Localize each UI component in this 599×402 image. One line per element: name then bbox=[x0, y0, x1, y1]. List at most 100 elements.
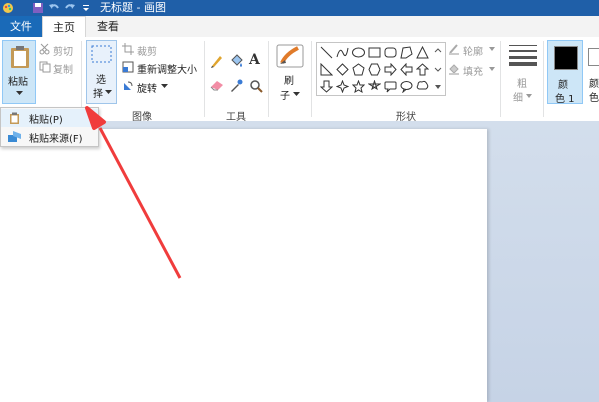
triangle-shape-icon[interactable] bbox=[416, 46, 429, 59]
canvas-workspace bbox=[0, 121, 599, 402]
divider bbox=[543, 41, 544, 117]
fill-icon bbox=[449, 64, 459, 75]
color-1-label-top: 颜 bbox=[558, 80, 568, 91]
size-button[interactable]: 粗 细 bbox=[505, 41, 541, 105]
oval-shape-icon[interactable] bbox=[352, 46, 365, 59]
resize-label: 重新调整大小 bbox=[137, 65, 197, 76]
divider bbox=[268, 41, 269, 117]
cut-label: 剪切 bbox=[53, 47, 73, 58]
undo-icon[interactable] bbox=[48, 2, 60, 14]
color-2-label-bottom: 色 2 bbox=[589, 93, 599, 104]
drawing-canvas[interactable] bbox=[0, 129, 487, 402]
color-2-button[interactable]: 颜 色 2 bbox=[585, 40, 599, 104]
tab-home[interactable]: 主页 bbox=[42, 16, 86, 37]
divider bbox=[81, 41, 82, 117]
tab-view[interactable]: 查看 bbox=[86, 16, 130, 37]
brushes-label-bottom: 子 bbox=[280, 91, 290, 102]
color-2-swatch bbox=[588, 48, 599, 66]
pentagon-shape-icon[interactable] bbox=[352, 63, 365, 76]
magnifier-icon[interactable] bbox=[249, 79, 263, 93]
save-icon[interactable] bbox=[32, 2, 44, 14]
paste-from-file-icon bbox=[8, 131, 21, 142]
rotate-label: 旋转 bbox=[137, 84, 157, 95]
five-point-star-shape-icon[interactable] bbox=[352, 80, 365, 93]
brushes-button[interactable]: 刷 子 bbox=[272, 40, 308, 104]
curve-shape-icon[interactable] bbox=[336, 46, 349, 59]
customize-toolbar-icon[interactable] bbox=[80, 2, 92, 14]
select-button[interactable]: 选 择 bbox=[86, 40, 117, 104]
gallery-scrollbar[interactable] bbox=[434, 47, 442, 91]
paste-dropdown-menu: 粘贴(P) 粘贴来源(F) bbox=[0, 107, 99, 147]
divider bbox=[500, 41, 501, 117]
down-arrow-shape-icon[interactable] bbox=[320, 80, 333, 93]
line-width-icon bbox=[509, 45, 537, 66]
brushes-label-top: 刷 bbox=[284, 76, 294, 87]
tab-file[interactable]: 文件 bbox=[0, 16, 42, 37]
fill-bucket-icon[interactable] bbox=[229, 54, 243, 68]
color-1-swatch bbox=[554, 46, 578, 70]
diamond-shape-icon[interactable] bbox=[336, 63, 349, 76]
rotate-icon bbox=[124, 81, 133, 90]
scissors-icon bbox=[39, 43, 50, 55]
chevron-down-icon bbox=[161, 84, 168, 88]
fill-label: 填充 bbox=[463, 67, 483, 78]
outline-icon bbox=[449, 44, 459, 55]
chevron-down-icon bbox=[489, 67, 495, 71]
oval-callout-shape-icon[interactable] bbox=[400, 80, 413, 93]
six-point-star-shape-icon[interactable] bbox=[368, 80, 381, 93]
chevron-down-icon bbox=[105, 90, 112, 94]
menu-item-paste[interactable]: 粘贴(P) bbox=[1, 109, 98, 127]
left-arrow-shape-icon[interactable] bbox=[400, 63, 413, 76]
resize-button[interactable]: 重新调整大小 bbox=[122, 61, 202, 76]
fill-button[interactable]: 填充 bbox=[448, 63, 496, 78]
select-label-top: 选 bbox=[96, 75, 106, 86]
color-1-button[interactable]: 颜 色 1 bbox=[547, 40, 583, 105]
right-arrow-shape-icon[interactable] bbox=[384, 63, 397, 76]
crop-icon bbox=[122, 43, 134, 55]
polygon-shape-icon[interactable] bbox=[400, 46, 413, 59]
color-picker-icon[interactable] bbox=[229, 79, 243, 93]
copy-icon bbox=[39, 61, 51, 73]
copy-button[interactable]: 复制 bbox=[39, 61, 79, 76]
text-tool-icon[interactable]: A bbox=[249, 52, 260, 68]
size-label-bottom: 细 bbox=[513, 93, 523, 104]
chevron-down-icon bbox=[293, 92, 300, 96]
chevron-down-icon bbox=[489, 47, 495, 51]
line-shape-icon[interactable] bbox=[320, 46, 333, 59]
crop-label: 裁剪 bbox=[137, 47, 157, 58]
cut-button[interactable]: 剪切 bbox=[39, 43, 79, 58]
size-label-top: 粗 bbox=[517, 79, 527, 90]
color-2-label-top: 颜 bbox=[589, 79, 599, 90]
color-1-label-bottom: 色 1 bbox=[555, 94, 575, 105]
divider bbox=[311, 41, 312, 117]
menu-item-paste-label: 粘贴(P) bbox=[29, 115, 63, 126]
copy-label: 复制 bbox=[53, 65, 73, 76]
hexagon-shape-icon[interactable] bbox=[368, 63, 381, 76]
brush-icon bbox=[276, 44, 304, 68]
paste-button[interactable]: 粘贴 bbox=[2, 40, 36, 104]
right-triangle-shape-icon[interactable] bbox=[320, 63, 333, 76]
crop-button[interactable]: 裁剪 bbox=[122, 43, 182, 58]
pencil-icon[interactable] bbox=[210, 54, 224, 68]
window-title: 无标题 - 画图 bbox=[100, 1, 166, 14]
paint-app-icon bbox=[3, 3, 13, 13]
eraser-icon[interactable] bbox=[210, 79, 224, 91]
clipboard-icon bbox=[11, 46, 29, 68]
redo-icon[interactable] bbox=[64, 2, 76, 14]
menu-item-paste-from[interactable]: 粘贴来源(F) bbox=[1, 128, 98, 146]
up-arrow-shape-icon[interactable] bbox=[416, 63, 429, 76]
cloud-callout-shape-icon[interactable] bbox=[416, 80, 429, 93]
rectangle-shape-icon[interactable] bbox=[368, 46, 381, 59]
title-bar: 无标题 - 画图 bbox=[0, 0, 599, 16]
rotate-button[interactable]: 旋转 bbox=[122, 80, 170, 95]
select-label-bottom: 择 bbox=[93, 89, 103, 100]
menu-item-paste-from-label: 粘贴来源(F) bbox=[29, 134, 83, 145]
rounded-rectangle-shape-icon[interactable] bbox=[384, 46, 397, 59]
chevron-down-icon bbox=[526, 94, 532, 98]
outline-button[interactable]: 轮廓 bbox=[448, 43, 496, 58]
rounded-callout-shape-icon[interactable] bbox=[384, 80, 397, 93]
selection-rectangle-icon bbox=[91, 45, 112, 63]
shapes-gallery[interactable] bbox=[316, 42, 446, 96]
resize-icon bbox=[122, 61, 134, 73]
four-point-star-shape-icon[interactable] bbox=[336, 80, 349, 93]
